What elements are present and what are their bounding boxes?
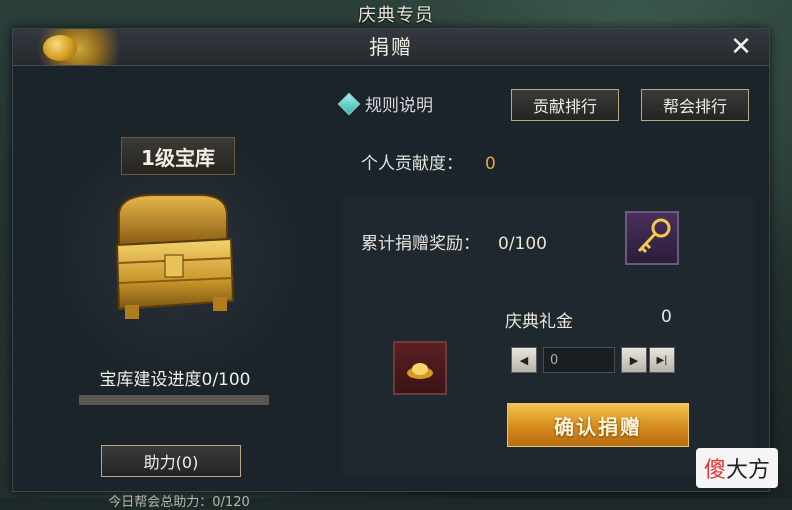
donation-dialog: 捐赠 ✕ 1级宝库 宝库建设进度0/100 助力(0) 今日帮会总助力：0/12… — [12, 28, 770, 510]
guild-rank-button[interactable]: 帮会排行 — [641, 89, 749, 121]
increment-button[interactable]: ▶ — [621, 347, 647, 373]
treasury-level-plaque: 1级宝库 — [121, 137, 235, 175]
gold-ingot-icon[interactable] — [393, 341, 447, 395]
dialog-title: 捐赠 — [369, 35, 413, 59]
donation-quantity-input[interactable] — [543, 347, 615, 373]
left-arrow-icon: ◀ — [519, 353, 529, 367]
assist-total-label: 今日帮会总助力：0/120 — [108, 495, 250, 510]
contribution-rank-button[interactable]: 贡献排行 — [511, 89, 619, 121]
cumulative-reward-value: 0/100 — [498, 234, 547, 254]
rules-link-label: 规则说明 — [365, 96, 433, 116]
top-banner: 庆典专员 — [0, 0, 792, 28]
treasure-chest-icon — [99, 183, 249, 333]
treasury-panel: 1级宝库 宝库建设进度0/100 助力(0) 今日帮会总助力：0/120 — [13, 65, 313, 510]
close-icon[interactable]: ✕ — [725, 31, 757, 63]
watermark-part1: 傻 — [703, 458, 726, 483]
gift-count: 0 — [661, 307, 672, 327]
rules-link[interactable]: 规则说明 — [337, 91, 433, 116]
personal-contribution-value: 0 — [485, 154, 496, 174]
personal-contribution-label: 个人贡献度： — [361, 154, 463, 174]
max-button[interactable]: ▶| — [649, 347, 675, 373]
decrement-button[interactable]: ◀ — [511, 347, 537, 373]
right-arrow-icon: ▶ — [629, 353, 639, 367]
watermark: 傻大方 — [695, 448, 778, 488]
max-arrow-icon: ▶| — [656, 354, 668, 366]
npc-title: 庆典专员 — [358, 5, 434, 26]
confirm-donation-button[interactable]: 确认捐赠 — [507, 403, 689, 447]
dialog-titlebar: 捐赠 ✕ — [13, 29, 769, 66]
build-progress-label: 宝库建设进度0/100 — [99, 370, 251, 390]
gift-name: 庆典礼金 — [505, 312, 573, 332]
watermark-part2: 大方 — [725, 458, 770, 483]
build-progress-bar — [79, 395, 269, 405]
treasury-level-label: 1级宝库 — [141, 145, 215, 170]
golden-key-icon[interactable] — [625, 211, 679, 265]
assist-button[interactable]: 助力(0) — [101, 445, 241, 477]
diamond-icon — [337, 92, 361, 115]
personal-contribution: 个人贡献度： 0 — [361, 149, 496, 174]
cumulative-reward-label: 累计捐赠奖励： — [361, 234, 480, 254]
cumulative-reward: 累计捐赠奖励： 0/100 — [361, 229, 547, 254]
